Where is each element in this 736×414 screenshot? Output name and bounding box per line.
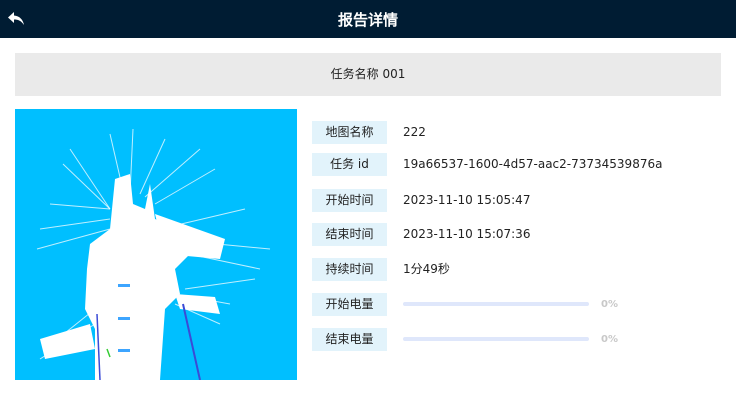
- duration-value: 1分49秒: [403, 262, 450, 276]
- end-battery-label: 结束电量: [312, 328, 387, 351]
- end-battery-percent: 0%: [601, 334, 618, 345]
- header-bar: 报告详情: [0, 0, 736, 38]
- page-title: 报告详情: [337, 11, 398, 29]
- task-id-value: 19a66537-1600-4d57-aac2-73734539876a: [403, 157, 663, 171]
- map-image: [15, 109, 297, 380]
- start-battery-percent: 0%: [601, 299, 618, 310]
- start-battery-bar: [403, 302, 589, 306]
- info-row-start-battery: 开始电量 0%: [312, 293, 721, 316]
- start-time-label: 开始时间: [312, 189, 387, 212]
- end-time-value: 2023-11-10 15:07:36: [403, 227, 531, 241]
- info-row-end-battery: 结束电量 0%: [312, 328, 721, 351]
- map-name-value: 222: [403, 125, 426, 139]
- task-name-banner: 任务名称 001: [15, 53, 721, 96]
- end-battery-bar: [403, 337, 589, 341]
- info-row-end-time: 结束时间 2023-11-10 15:07:36: [312, 223, 721, 246]
- info-row-duration: 持续时间 1分49秒: [312, 258, 721, 281]
- map-name-label: 地图名称: [312, 121, 387, 144]
- info-row-task-id: 任务 id 19a66537-1600-4d57-aac2-7373453987…: [312, 153, 721, 176]
- start-time-value: 2023-11-10 15:05:47: [403, 193, 531, 207]
- duration-label: 持续时间: [312, 258, 387, 281]
- task-id-label: 任务 id: [312, 153, 387, 176]
- start-battery-label: 开始电量: [312, 293, 387, 316]
- info-row-start-time: 开始时间 2023-11-10 15:05:47: [312, 189, 721, 212]
- map-drawing: [36, 128, 271, 380]
- end-time-label: 结束时间: [312, 223, 387, 246]
- info-row-map-name: 地图名称 222: [312, 121, 721, 144]
